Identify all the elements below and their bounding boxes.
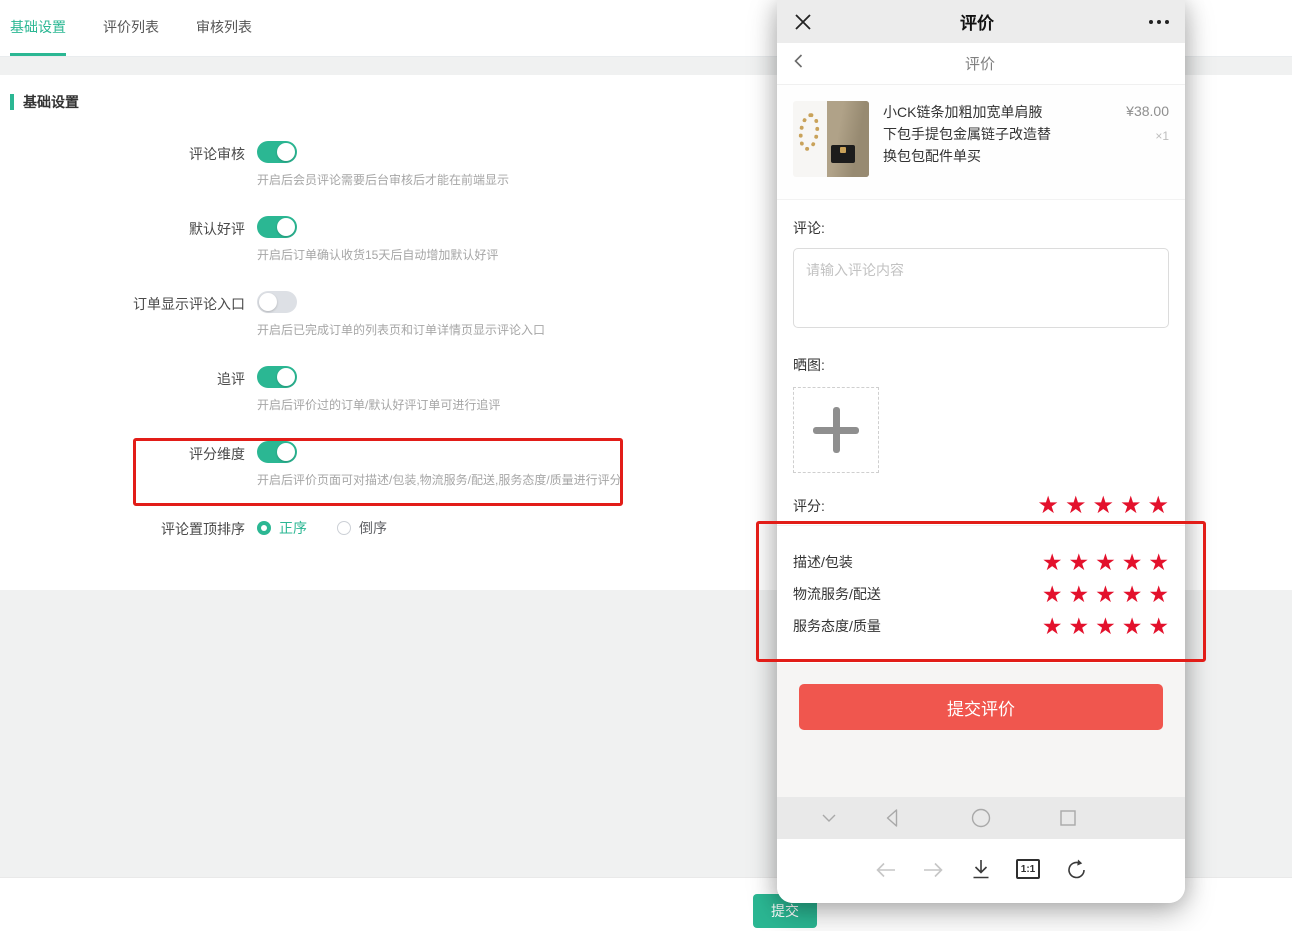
- setting-helper: 开启后订单确认收货15天后自动增加默认好评: [257, 247, 498, 264]
- dimension-row-description: 描述/包装 ★★★★★: [793, 546, 1169, 578]
- android-home-icon[interactable]: [969, 806, 993, 830]
- phone-preview: 评价 评价 小CK链条加粗加宽单肩腋下包手提包金属链子改造替换包包配件单买 ¥3…: [777, 0, 1185, 903]
- dimension-star-rating[interactable]: ★★★★★: [1042, 615, 1175, 638]
- comment-review-toggle[interactable]: [257, 141, 297, 163]
- order-comment-entry-toggle[interactable]: [257, 291, 297, 313]
- photo-upload-button[interactable]: [793, 387, 879, 473]
- section-accent-bar: [10, 94, 14, 110]
- dimension-star-rating[interactable]: ★★★★★: [1042, 583, 1175, 606]
- score-label: 评分:: [793, 496, 825, 516]
- setting-label: 订单显示评论入口: [10, 291, 245, 339]
- wechat-titlebar: 评价: [777, 0, 1185, 43]
- setting-label: 评论审核: [10, 141, 245, 189]
- dimension-label: 服务态度/质量: [793, 616, 881, 636]
- more-menu-icon[interactable]: [1141, 20, 1169, 24]
- tab-basic-settings[interactable]: 基础设置: [10, 0, 66, 56]
- setting-helper: 开启后会员评论需要后台审核后才能在前端显示: [257, 172, 509, 189]
- default-good-review-toggle[interactable]: [257, 216, 297, 238]
- tab-review-list[interactable]: 评价列表: [103, 0, 159, 56]
- toggle-knob: [259, 293, 277, 311]
- dimension-row-service: 服务态度/质量 ★★★★★: [793, 610, 1169, 642]
- app-navbar: 评价: [777, 43, 1185, 85]
- section-title: 基础设置: [23, 92, 79, 112]
- history-forward-icon[interactable]: [920, 857, 946, 883]
- tab-audit-list[interactable]: 审核列表: [196, 0, 252, 56]
- overall-score-row: 评分: ★★★★★: [777, 493, 1185, 519]
- toggle-knob: [277, 368, 295, 386]
- toggle-knob: [277, 218, 295, 236]
- app-page-title: 评价: [807, 53, 1153, 74]
- history-back-icon[interactable]: [873, 857, 899, 883]
- setting-helper: 开启后已完成订单的列表页和订单详情页显示评论入口: [257, 322, 545, 339]
- product-price: ¥38.00: [1053, 103, 1169, 119]
- radio-descending-label[interactable]: 倒序: [359, 518, 387, 538]
- product-image: [793, 101, 869, 177]
- download-icon[interactable]: [968, 857, 994, 883]
- setting-helper: 开启后评价过的订单/默认好评订单可进行追评: [257, 397, 500, 414]
- radio-ascending-label[interactable]: 正序: [279, 518, 307, 538]
- product-quantity: ×1: [1053, 129, 1169, 143]
- setting-label: 评论置顶排序: [10, 516, 245, 539]
- actual-size-icon[interactable]: 1:1: [1016, 857, 1042, 883]
- dimension-star-rating[interactable]: ★★★★★: [1042, 551, 1175, 574]
- photo-label: 晒图:: [793, 355, 1169, 375]
- score-dimensions-section: 描述/包装 ★★★★★ 物流服务/配送 ★★★★★ 服务态度/质量 ★★★★★: [777, 525, 1185, 663]
- android-recents-icon[interactable]: [1056, 806, 1080, 830]
- radio-descending[interactable]: [337, 521, 351, 535]
- score-dimensions-toggle[interactable]: [257, 441, 297, 463]
- setting-label: 评分维度: [10, 441, 245, 489]
- plus-icon: [813, 407, 859, 453]
- refresh-icon[interactable]: [1064, 857, 1090, 883]
- comment-input[interactable]: [793, 248, 1169, 328]
- back-icon[interactable]: [791, 53, 807, 74]
- wechat-page-title: 评价: [813, 9, 1141, 34]
- followup-review-toggle[interactable]: [257, 366, 297, 388]
- product-card: 小CK链条加粗加宽单肩腋下包手提包金属链子改造替换包包配件单买 ¥38.00 ×…: [777, 85, 1185, 200]
- toggle-knob: [277, 443, 295, 461]
- android-back-icon[interactable]: [881, 806, 905, 830]
- photo-section: 晒图:: [777, 333, 1185, 473]
- setting-helper: 开启后评价页面可对描述/包装,物流服务/配送,服务态度/质量进行评分: [257, 472, 622, 489]
- radio-ascending[interactable]: [257, 521, 271, 535]
- android-navigation-bar: [777, 797, 1185, 839]
- overall-star-rating[interactable]: ★★★★★: [1037, 494, 1175, 518]
- hide-keyboard-icon[interactable]: [817, 806, 841, 830]
- close-icon[interactable]: [793, 12, 813, 32]
- phone-lower-background: 提交评价: [777, 663, 1185, 806]
- preview-toolbar: 1:1: [777, 839, 1185, 903]
- dimension-label: 描述/包装: [793, 552, 853, 572]
- setting-label: 默认好评: [10, 216, 245, 264]
- comment-section: 评论:: [777, 200, 1185, 333]
- comment-label: 评论:: [793, 218, 1169, 238]
- dimension-row-logistics: 物流服务/配送 ★★★★★: [793, 578, 1169, 610]
- product-title: 小CK链条加粗加宽单肩腋下包手提包金属链子改造替换包包配件单买: [883, 101, 1053, 183]
- setting-label: 追评: [10, 366, 245, 414]
- toggle-knob: [277, 143, 295, 161]
- submit-review-button[interactable]: 提交评价: [799, 684, 1163, 730]
- scale-label: 1:1: [1016, 859, 1040, 879]
- dimension-label: 物流服务/配送: [793, 584, 881, 604]
